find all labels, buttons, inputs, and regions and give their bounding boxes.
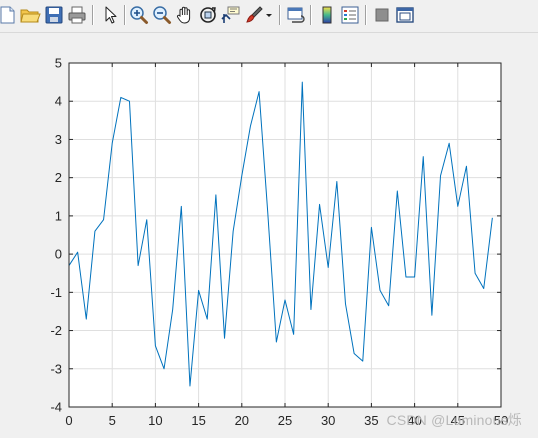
y-tick-label: 0 (55, 247, 62, 262)
x-tick-label: 20 (235, 413, 249, 428)
y-tick-label: -4 (50, 400, 62, 415)
hide-plot-tools-icon[interactable] (371, 4, 393, 26)
y-tick-label: 2 (55, 170, 62, 185)
y-tick-label: -2 (50, 323, 62, 338)
x-tick-label: 5 (109, 413, 116, 428)
pointer-icon[interactable] (99, 4, 121, 26)
x-tick-label: 25 (278, 413, 292, 428)
x-tick-label: 0 (65, 413, 72, 428)
legend-icon[interactable] (339, 4, 361, 26)
show-plot-tools-icon[interactable] (394, 4, 416, 26)
y-tick-label: 1 (55, 208, 62, 223)
plot-canvas[interactable]: 0 5 10 15 20 25 30 35 40 45 50 -4-3-2-1012345 (0, 33, 538, 438)
y-tick-label: -3 (50, 361, 62, 376)
y-tick-labels: -4 -3 -2 -1 0 1 2 3 4 5 (50, 56, 62, 415)
zoom-in-icon[interactable] (128, 4, 150, 26)
colorbar-icon[interactable] (316, 4, 338, 26)
x-tick-label: 30 (321, 413, 335, 428)
x-tick-label: 35 (364, 413, 378, 428)
toolbar-separator (124, 5, 126, 25)
figure-toolbar (0, 0, 538, 33)
y-tick-label: 4 (55, 94, 62, 109)
brush-dropdown-icon[interactable] (263, 4, 275, 26)
brush-icon[interactable] (243, 4, 265, 26)
new-file-icon[interactable] (0, 4, 18, 26)
rotate-3d-icon[interactable] (197, 4, 219, 26)
print-icon[interactable] (66, 4, 88, 26)
y-tick-label: 3 (55, 132, 62, 147)
pan-hand-icon[interactable] (174, 4, 196, 26)
x-tick-label: 15 (191, 413, 205, 428)
x-tick-label: 10 (148, 413, 162, 428)
y-tick-label: 5 (55, 56, 62, 71)
toolbar-separator (92, 5, 94, 25)
zoom-out-icon[interactable] (151, 4, 173, 26)
link-plot-icon[interactable] (285, 4, 307, 26)
toolbar-separator (310, 5, 312, 25)
toolbar-separator (365, 5, 367, 25)
watermark: CSDN @Luminous烁 (386, 412, 522, 428)
open-folder-icon[interactable] (19, 4, 41, 26)
toolbar-separator (279, 5, 281, 25)
save-icon[interactable] (43, 4, 65, 26)
y-tick-label: -1 (50, 285, 62, 300)
data-cursor-icon[interactable] (220, 4, 242, 26)
